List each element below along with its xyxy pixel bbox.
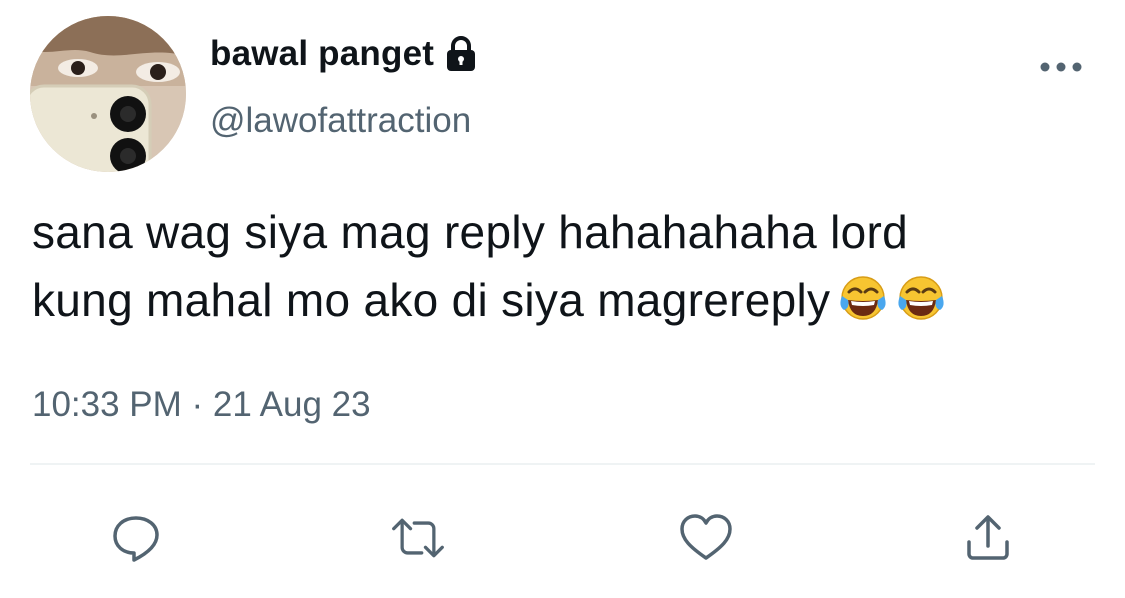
retweet-icon xyxy=(392,518,444,558)
avatar[interactable] xyxy=(30,16,186,172)
divider xyxy=(30,463,1095,465)
more-button[interactable] xyxy=(1036,52,1086,82)
reply-button[interactable] xyxy=(108,510,164,566)
retweet-button[interactable] xyxy=(390,510,446,566)
tweet-timestamp[interactable]: 10:33 PM · 21 Aug 23 xyxy=(32,385,371,425)
tweet-line-1: sana wag siya mag reply hahahahaha lord xyxy=(32,206,909,258)
share-icon xyxy=(967,515,1009,560)
lock-icon xyxy=(444,35,478,73)
face-with-tears-of-joy-icon xyxy=(838,274,888,324)
display-name[interactable]: bawal panget xyxy=(210,34,478,74)
reply-icon xyxy=(113,516,159,562)
avatar-photo xyxy=(30,16,186,172)
share-button[interactable] xyxy=(960,510,1016,566)
like-button[interactable] xyxy=(678,510,734,566)
display-name-text: bawal panget xyxy=(210,34,435,73)
face-with-tears-of-joy-icon xyxy=(896,274,946,324)
tweet-line-2: kung mahal mo ako di siya magrereply xyxy=(32,274,831,326)
user-handle[interactable]: @lawofattraction xyxy=(210,101,471,141)
tweet-text: sana wag siya mag reply hahahahaha lord … xyxy=(32,198,1092,334)
more-icon xyxy=(1040,62,1082,72)
heart-icon xyxy=(680,514,732,560)
